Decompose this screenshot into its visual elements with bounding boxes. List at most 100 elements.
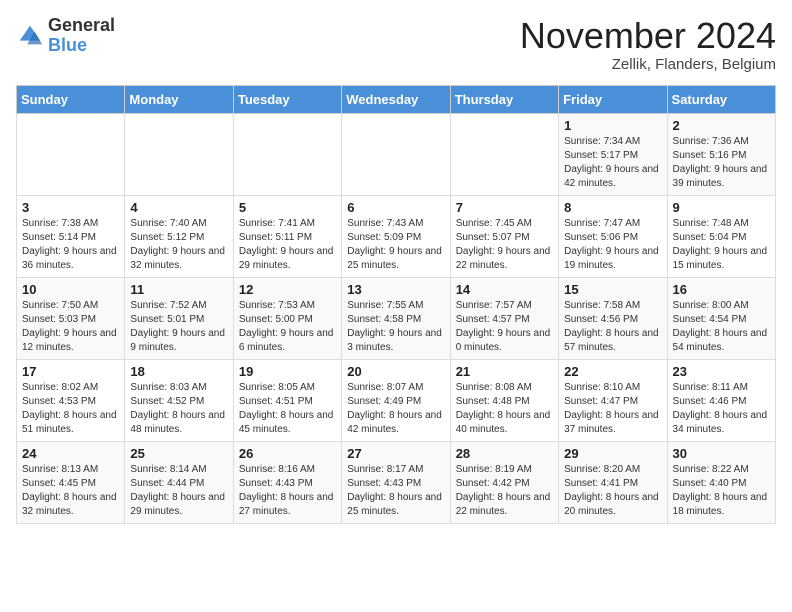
day-number: 21 [456,364,553,379]
day-info: Sunrise: 8:16 AM Sunset: 4:43 PM Dayligh… [239,463,336,519]
weekday-header-cell: Tuesday [233,85,341,113]
day-info: Sunrise: 8:10 AM Sunset: 4:47 PM Dayligh… [564,381,661,437]
calendar-cell: 23 Sunrise: 8:11 AM Sunset: 4:46 PM Dayli… [667,359,775,441]
logo-icon [16,22,44,50]
day-info: Sunrise: 7:41 AM Sunset: 5:11 PM Dayligh… [239,217,336,273]
calendar-cell: 30 Sunrise: 8:22 AM Sunset: 4:40 PM Dayli… [667,441,775,523]
day-number: 30 [673,446,770,461]
day-number: 28 [456,446,553,461]
logo: General Blue [16,16,115,56]
day-info: Sunrise: 8:17 AM Sunset: 4:43 PM Dayligh… [347,463,444,519]
calendar-body: 1 Sunrise: 7:34 AM Sunset: 5:17 PM Daylig… [17,113,776,523]
day-number: 13 [347,282,444,297]
day-info: Sunrise: 7:38 AM Sunset: 5:14 PM Dayligh… [22,217,119,273]
calendar-cell: 15Sunrise: 7:58 AM Sunset: 4:56 PM Dayli… [559,277,667,359]
day-info: Sunrise: 8:02 AM Sunset: 4:53 PM Dayligh… [22,381,119,437]
day-number: 3 [22,200,119,215]
day-number: 23 [673,364,770,379]
day-number: 19 [239,364,336,379]
day-info: Sunrise: 7:53 AM Sunset: 5:00 PM Dayligh… [239,299,336,355]
calendar-cell [342,113,450,195]
day-info: Sunrise: 8:14 AM Sunset: 4:44 PM Dayligh… [130,463,227,519]
day-number: 6 [347,200,444,215]
day-info: Sunrise: 7:40 AM Sunset: 5:12 PM Dayligh… [130,217,227,273]
day-number: 29 [564,446,661,461]
month-title: November 2024 [520,16,776,56]
day-number: 5 [239,200,336,215]
day-number: 27 [347,446,444,461]
calendar-cell: 14Sunrise: 7:57 AM Sunset: 4:57 PM Dayli… [450,277,558,359]
calendar-cell: 24Sunrise: 8:13 AM Sunset: 4:45 PM Dayli… [17,441,125,523]
calendar-week-row: 24Sunrise: 8:13 AM Sunset: 4:45 PM Dayli… [17,441,776,523]
day-number: 9 [673,200,770,215]
day-number: 12 [239,282,336,297]
calendar-cell: 17 Sunrise: 8:02 AM Sunset: 4:53 PM Dayli… [17,359,125,441]
calendar-cell: 19Sunrise: 8:05 AM Sunset: 4:51 PM Dayli… [233,359,341,441]
calendar-cell: 18 Sunrise: 8:03 AM Sunset: 4:52 PM Dayli… [125,359,233,441]
day-info: Sunrise: 8:03 AM Sunset: 4:52 PM Dayligh… [130,381,227,437]
weekday-header: SundayMondayTuesdayWednesdayThursdayFrid… [17,85,776,113]
calendar-cell: 6Sunrise: 7:43 AM Sunset: 5:09 PM Daylig… [342,195,450,277]
calendar-cell: 21 Sunrise: 8:08 AM Sunset: 4:48 PM Dayli… [450,359,558,441]
calendar-cell: 13 Sunrise: 7:55 AM Sunset: 4:58 PM Dayli… [342,277,450,359]
logo-text: General Blue [48,16,115,56]
calendar-cell [233,113,341,195]
day-info: Sunrise: 7:36 AM Sunset: 5:16 PM Dayligh… [673,135,770,191]
calendar-cell: 29 Sunrise: 8:20 AM Sunset: 4:41 PM Dayli… [559,441,667,523]
weekday-header-cell: Monday [125,85,233,113]
day-info: Sunrise: 7:34 AM Sunset: 5:17 PM Dayligh… [564,135,661,191]
header: General Blue November 2024 Zellik, Fland… [16,16,776,73]
calendar-week-row: 1 Sunrise: 7:34 AM Sunset: 5:17 PM Daylig… [17,113,776,195]
calendar-cell: 12 Sunrise: 7:53 AM Sunset: 5:00 PM Dayli… [233,277,341,359]
calendar-week-row: 10 Sunrise: 7:50 AM Sunset: 5:03 PM Dayli… [17,277,776,359]
day-info: Sunrise: 7:50 AM Sunset: 5:03 PM Dayligh… [22,299,119,355]
calendar-cell: 4 Sunrise: 7:40 AM Sunset: 5:12 PM Daylig… [125,195,233,277]
calendar-cell: 10 Sunrise: 7:50 AM Sunset: 5:03 PM Dayli… [17,277,125,359]
day-number: 24 [22,446,119,461]
weekday-header-cell: Saturday [667,85,775,113]
day-number: 7 [456,200,553,215]
day-number: 2 [673,118,770,133]
day-info: Sunrise: 7:52 AM Sunset: 5:01 PM Dayligh… [130,299,227,355]
day-info: Sunrise: 8:08 AM Sunset: 4:48 PM Dayligh… [456,381,553,437]
calendar-cell: 11Sunrise: 7:52 AM Sunset: 5:01 PM Dayli… [125,277,233,359]
calendar-cell: 2 Sunrise: 7:36 AM Sunset: 5:16 PM Daylig… [667,113,775,195]
day-number: 17 [22,364,119,379]
day-number: 18 [130,364,227,379]
day-info: Sunrise: 8:22 AM Sunset: 4:40 PM Dayligh… [673,463,770,519]
day-number: 10 [22,282,119,297]
day-number: 1 [564,118,661,133]
day-number: 8 [564,200,661,215]
day-number: 25 [130,446,227,461]
calendar-cell [125,113,233,195]
day-info: Sunrise: 7:47 AM Sunset: 5:06 PM Dayligh… [564,217,661,273]
day-number: 20 [347,364,444,379]
location-title: Zellik, Flanders, Belgium [520,56,776,73]
day-number: 22 [564,364,661,379]
day-info: Sunrise: 8:11 AM Sunset: 4:46 PM Dayligh… [673,381,770,437]
day-number: 4 [130,200,227,215]
calendar-table: SundayMondayTuesdayWednesdayThursdayFrid… [16,85,776,524]
logo-general: General [48,16,115,36]
day-info: Sunrise: 7:48 AM Sunset: 5:04 PM Dayligh… [673,217,770,273]
calendar-cell: 8 Sunrise: 7:47 AM Sunset: 5:06 PM Daylig… [559,195,667,277]
day-info: Sunrise: 7:55 AM Sunset: 4:58 PM Dayligh… [347,299,444,355]
weekday-header-cell: Friday [559,85,667,113]
calendar-cell: 7 Sunrise: 7:45 AM Sunset: 5:07 PM Daylig… [450,195,558,277]
calendar-cell: 3 Sunrise: 7:38 AM Sunset: 5:14 PM Daylig… [17,195,125,277]
calendar-cell [17,113,125,195]
logo-blue: Blue [48,36,115,56]
calendar-cell: 25 Sunrise: 8:14 AM Sunset: 4:44 PM Dayli… [125,441,233,523]
calendar-cell: 27 Sunrise: 8:17 AM Sunset: 4:43 PM Dayli… [342,441,450,523]
calendar-cell: 1 Sunrise: 7:34 AM Sunset: 5:17 PM Daylig… [559,113,667,195]
day-number: 14 [456,282,553,297]
weekday-header-cell: Sunday [17,85,125,113]
weekday-header-cell: Thursday [450,85,558,113]
day-number: 16 [673,282,770,297]
calendar-week-row: 3 Sunrise: 7:38 AM Sunset: 5:14 PM Daylig… [17,195,776,277]
day-info: Sunrise: 7:45 AM Sunset: 5:07 PM Dayligh… [456,217,553,273]
title-area: November 2024 Zellik, Flanders, Belgium [520,16,776,73]
calendar-cell: 16Sunrise: 8:00 AM Sunset: 4:54 PM Dayli… [667,277,775,359]
day-info: Sunrise: 8:20 AM Sunset: 4:41 PM Dayligh… [564,463,661,519]
day-info: Sunrise: 7:58 AM Sunset: 4:56 PM Dayligh… [564,299,661,355]
